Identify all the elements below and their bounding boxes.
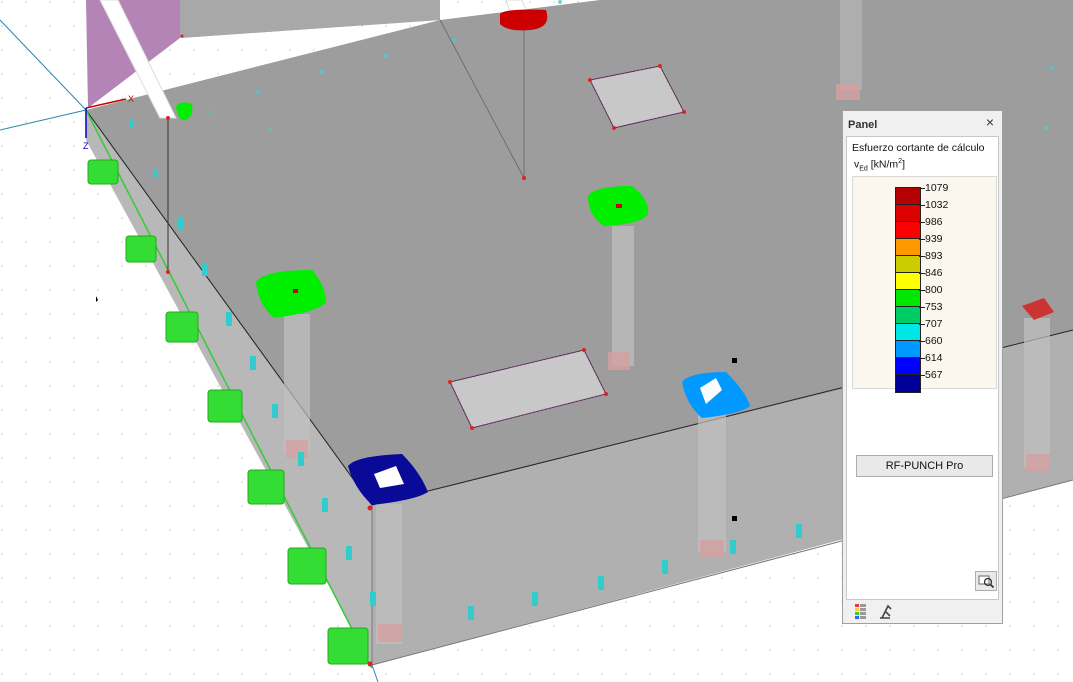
legend-symbol: vEd [kN/m2] — [854, 158, 905, 173]
legend-swatch — [896, 256, 920, 273]
legend-value: 939 — [925, 233, 943, 245]
legend-swatch — [896, 307, 920, 324]
legend-swatch — [896, 222, 920, 239]
legend-swatch — [896, 205, 920, 222]
legend-swatch — [896, 290, 920, 307]
legend-value: 1079 — [925, 182, 949, 194]
panel-window: Panel × Esfuerzo cortante de cálculo vEd… — [842, 110, 1003, 624]
display-settings-icon[interactable] — [876, 602, 898, 620]
panel-body: Esfuerzo cortante de cálculo vEd [kN/m2]… — [846, 136, 999, 600]
legend-swatch — [896, 188, 920, 205]
color-legend: 1079 1032 986 939 893 846 800 753 707 660 614 567 — [852, 176, 997, 393]
z-axis-label: Z — [83, 141, 89, 151]
column — [612, 226, 634, 366]
column — [698, 412, 726, 552]
legend-value: 707 — [925, 318, 943, 330]
close-icon[interactable]: × — [983, 115, 997, 129]
legend-value: 660 — [925, 335, 943, 347]
legend-value: 986 — [925, 216, 943, 228]
legend-value: 893 — [925, 250, 943, 262]
legend-heading: Esfuerzo cortante de cálculo — [852, 142, 985, 154]
legend-swatch — [896, 358, 920, 375]
column — [840, 0, 862, 90]
legend-swatch — [896, 273, 920, 290]
legend-value: 753 — [925, 301, 943, 313]
rf-punch-pro-button[interactable]: RF-PUNCH Pro — [856, 455, 993, 477]
legend-swatch — [896, 239, 920, 256]
panel-tabs — [846, 601, 999, 621]
panel-title: Panel — [848, 119, 878, 131]
legend-value: 567 — [925, 369, 943, 381]
legend-value: 1032 — [925, 199, 949, 211]
color-scale-icon[interactable] — [850, 602, 872, 620]
legend-swatch — [896, 341, 920, 358]
legend-swatch — [896, 375, 920, 392]
column — [284, 314, 310, 454]
legend-value: 800 — [925, 284, 943, 296]
legend-value: 846 — [925, 267, 943, 279]
legend-value: 614 — [925, 352, 943, 364]
zoom-icon[interactable] — [975, 571, 997, 591]
column — [1024, 318, 1050, 468]
legend-color-bar — [895, 187, 921, 393]
x-axis-label: X — [128, 94, 134, 104]
legend-swatch — [896, 324, 920, 341]
punching-node-result[interactable] — [500, 9, 548, 31]
column — [376, 504, 402, 644]
